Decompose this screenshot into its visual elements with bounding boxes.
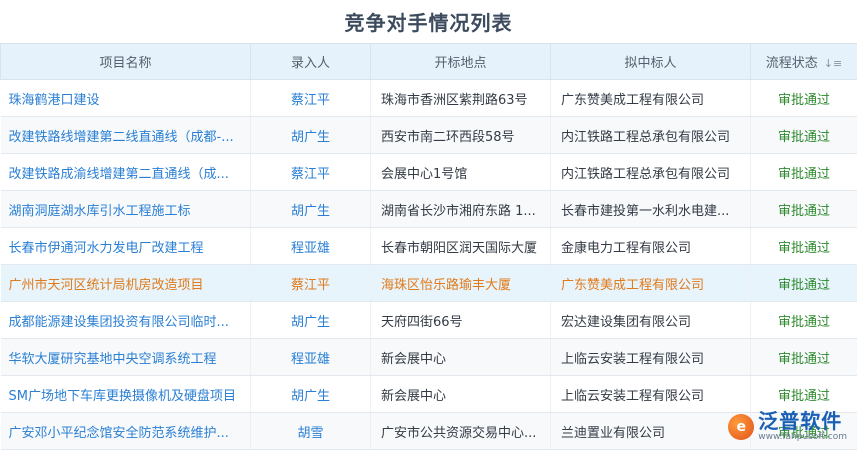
status-badge: 审批通过 [750, 338, 857, 376]
table-row-selected[interactable]: 广州市天河区统计局机房改造项目 蔡江平 海珠区怡乐路瑜丰大厦 广东赞美成工程有限… [0, 264, 857, 302]
recorder-name[interactable]: 蔡江平 [250, 79, 371, 117]
bid-location: 新会展中心 [370, 375, 551, 413]
sort-descending-icon[interactable]: ↓≡ [824, 57, 842, 70]
project-name-link[interactable]: 湖南洞庭湖水库引水工程施工标 [0, 190, 251, 228]
table-header-row: 项目名称 录入人 开标地点 拟中标人 流程状态 ↓≡ [0, 43, 857, 80]
project-name-link[interactable]: 广州市天河区统计局机房改造项目 [0, 264, 251, 302]
proposed-winner: 上临云安装工程有限公司 [550, 338, 751, 376]
column-header-status[interactable]: 流程状态 ↓≡ [750, 43, 857, 80]
project-name-link[interactable]: 广安邓小平纪念馆安全防范系统维护... [0, 412, 251, 450]
table-row[interactable]: 成都能源建设集团投资有限公司临时... 胡广生 天府四街66号 宏达建设集团有限… [0, 301, 857, 339]
status-badge: 审批通过 [750, 153, 857, 191]
proposed-winner: 金康电力工程有限公司 [550, 227, 751, 265]
column-header-bid-location[interactable]: 开标地点 [370, 43, 551, 80]
status-badge: 审批通过 [750, 375, 857, 413]
recorder-name[interactable]: 胡广生 [250, 116, 371, 154]
project-name-link[interactable]: 成都能源建设集团投资有限公司临时... [0, 301, 251, 339]
status-badge: 审批通过 [750, 116, 857, 154]
recorder-name[interactable]: 胡雪 [250, 412, 371, 450]
status-badge: 审批通过 [750, 227, 857, 265]
recorder-name[interactable]: 程亚雄 [250, 227, 371, 265]
recorder-name[interactable]: 胡广生 [250, 190, 371, 228]
column-header-recorder[interactable]: 录入人 [250, 43, 371, 80]
project-name-link[interactable]: SM广场地下车库更换摄像机及硬盘项目 [0, 375, 251, 413]
bid-location: 新会展中心 [370, 338, 551, 376]
column-header-proposed-winner[interactable]: 拟中标人 [550, 43, 751, 80]
competitor-table: 项目名称 录入人 开标地点 拟中标人 流程状态 ↓≡ 珠海鹤港口建设 蔡江平 珠海… [0, 43, 857, 450]
table-row[interactable]: 湖南洞庭湖水库引水工程施工标 胡广生 湖南省长沙市湘府东路 1... 长春市建投… [0, 190, 857, 228]
bid-location: 湖南省长沙市湘府东路 1... [370, 190, 551, 228]
project-name-link[interactable]: 珠海鹤港口建设 [0, 79, 251, 117]
recorder-name[interactable]: 胡广生 [250, 375, 371, 413]
proposed-winner: 广东赞美成工程有限公司 [550, 264, 751, 302]
recorder-name[interactable]: 胡广生 [250, 301, 371, 339]
column-header-project-name[interactable]: 项目名称 [0, 43, 251, 80]
project-name-link[interactable]: 改建铁路成渝线增建第二直通线（成... [0, 153, 251, 191]
status-badge: 审批通过 [750, 190, 857, 228]
bid-location: 长春市朝阳区润天国际大厦 [370, 227, 551, 265]
table-row[interactable]: 改建铁路线增建第二线直通线（成都-... 胡广生 西安市南二环西段58号 内江铁… [0, 116, 857, 154]
proposed-winner: 上临云安装工程有限公司 [550, 375, 751, 413]
proposed-winner: 宏达建设集团有限公司 [550, 301, 751, 339]
bid-location: 广安市公共资源交易中心... [370, 412, 551, 450]
recorder-name[interactable]: 程亚雄 [250, 338, 371, 376]
table-row[interactable]: 华软大厦研究基地中央空调系统工程 程亚雄 新会展中心 上临云安装工程有限公司 审… [0, 338, 857, 376]
fanpu-logo-icon: e [728, 413, 755, 440]
proposed-winner: 兰迪置业有限公司 [550, 412, 751, 450]
bid-location: 西安市南二环西段58号 [370, 116, 551, 154]
recorder-name[interactable]: 蔡江平 [250, 264, 371, 302]
project-name-link[interactable]: 改建铁路线增建第二线直通线（成都-... [0, 116, 251, 154]
watermark-url: www.fanpusoft.com [758, 432, 847, 442]
project-name-link[interactable]: 长春市伊通河水力发电厂改建工程 [0, 227, 251, 265]
bid-location: 会展中心1号馆 [370, 153, 551, 191]
table-row[interactable]: 改建铁路成渝线增建第二直通线（成... 蔡江平 会展中心1号馆 内江铁路工程总承… [0, 153, 857, 191]
page-title: 竞争对手情况列表 [344, 11, 513, 35]
watermark-name: 泛普软件 [758, 409, 843, 433]
watermark: e 泛普软件 www.fanpusoft.com [728, 411, 847, 442]
project-name-link[interactable]: 华软大厦研究基地中央空调系统工程 [0, 338, 251, 376]
bid-location: 天府四街66号 [370, 301, 551, 339]
status-badge: 审批通过 [750, 301, 857, 339]
proposed-winner: 广东赞美成工程有限公司 [550, 79, 751, 117]
proposed-winner: 内江铁路工程总承包有限公司 [550, 116, 751, 154]
bid-location: 珠海市香洲区紫荆路63号 [370, 79, 551, 117]
table-row[interactable]: SM广场地下车库更换摄像机及硬盘项目 胡广生 新会展中心 上临云安装工程有限公司… [0, 375, 857, 413]
recorder-name[interactable]: 蔡江平 [250, 153, 371, 191]
table-row[interactable]: 长春市伊通河水力发电厂改建工程 程亚雄 长春市朝阳区润天国际大厦 金康电力工程有… [0, 227, 857, 265]
status-badge: 审批通过 [750, 264, 857, 302]
status-badge: 审批通过 [750, 79, 857, 117]
proposed-winner: 长春市建投第一水利水电建... [550, 190, 751, 228]
proposed-winner: 内江铁路工程总承包有限公司 [550, 153, 751, 191]
title-bar: 竞争对手情况列表 [0, 0, 857, 43]
bid-location: 海珠区怡乐路瑜丰大厦 [370, 264, 551, 302]
table-row[interactable]: 珠海鹤港口建设 蔡江平 珠海市香洲区紫荆路63号 广东赞美成工程有限公司 审批通… [0, 79, 857, 117]
